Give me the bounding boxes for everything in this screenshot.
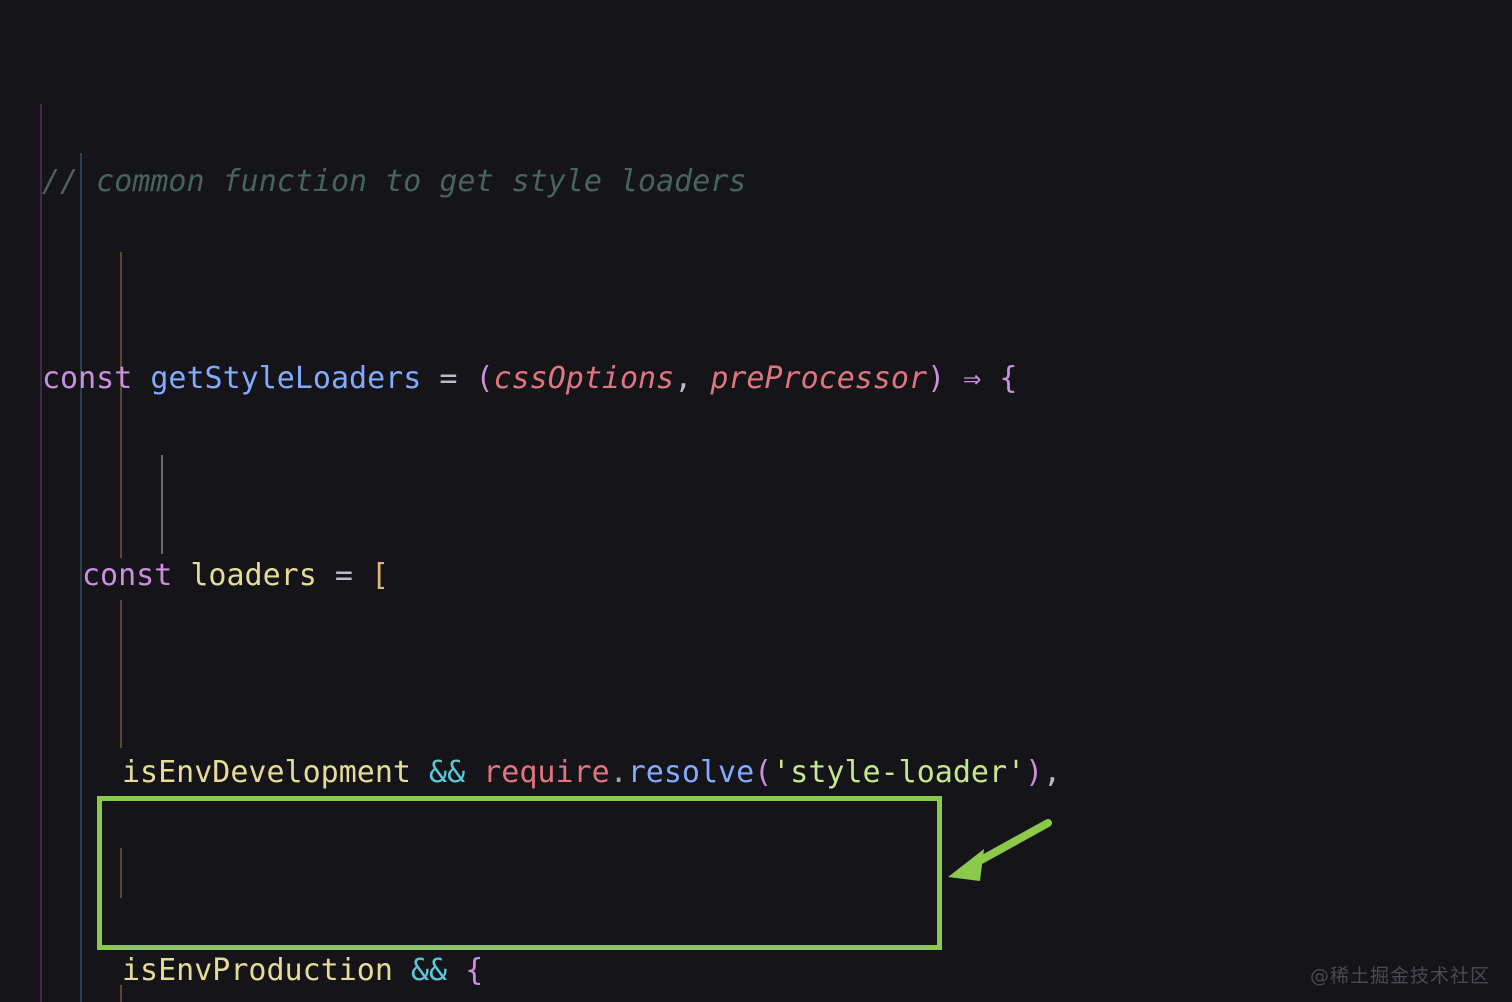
identifier-isenvdevelopment: isEnvDevelopment [122,755,411,791]
comma: , [1043,755,1062,791]
arrow-function-icon: ⇒ [963,361,982,397]
code-screenshot: // common function to get style loaders … [0,0,1512,1002]
bracket-open: [ [371,558,390,594]
keyword-const: const [82,558,173,594]
code-line-3: const loaders = [ [0,551,1512,600]
code-editor-content[interactable]: // common function to get style loaders … [0,0,1512,1002]
dot: . [609,755,628,791]
equals-operator: = [334,558,353,594]
param-cssoptions: cssOptions [493,361,675,397]
paren-open: ( [754,755,773,791]
paren-close: ) [1025,755,1044,791]
function-name: getStyleLoaders [150,361,422,397]
param-preprocessor: preProcessor [710,361,928,397]
code-line-4: isEnvDevelopment && require.resolve('sty… [0,748,1512,797]
logical-and-operator: && [429,755,466,791]
paren-close: ) [927,361,946,397]
require-keyword: require [483,755,610,791]
comma: , [674,361,693,397]
comment-token: // common function to get style loaders [42,163,747,199]
code-line-2: const getStyleLoaders = (cssOptions, pre… [0,354,1512,403]
brace-open: { [465,952,484,988]
code-line-5: isEnvProduction && { [0,946,1512,995]
paren-open: ( [475,361,494,397]
method-resolve: resolve [627,755,755,791]
logical-and-operator: && [411,952,448,988]
string-style-loader: 'style-loader' [772,755,1026,791]
watermark-text: @稀土掘金技术社区 [1309,965,1490,987]
brace-open: { [999,361,1018,397]
equals-operator: = [439,361,458,397]
identifier-isenvproduction: isEnvProduction [122,952,393,988]
code-line-1: // common function to get style loaders [0,157,1512,206]
identifier-loaders: loaders [190,558,317,594]
keyword-const: const [42,361,133,397]
